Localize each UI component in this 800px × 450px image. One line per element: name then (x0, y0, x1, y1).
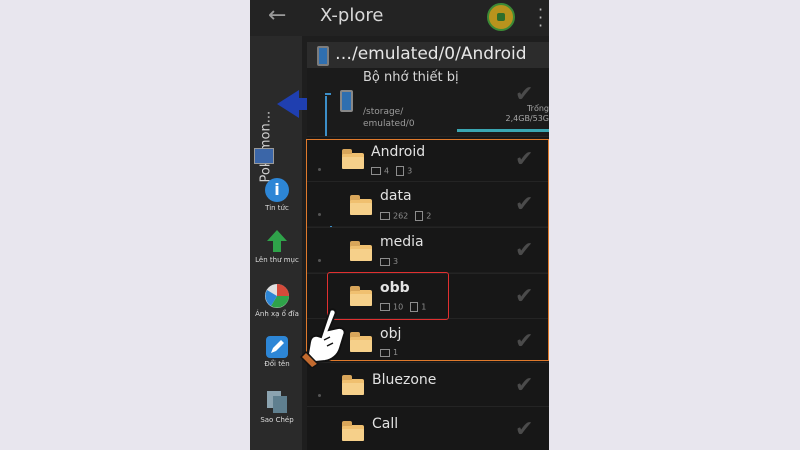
top-bar: ← X-plore · · · (250, 0, 549, 36)
storage-path: /storage/ emulated/0 (363, 107, 415, 129)
arrow-left-icon[interactable] (277, 90, 307, 118)
phone-storage-icon (317, 46, 329, 66)
app-title: X-plore (320, 5, 384, 26)
sidebar-tool-rename[interactable]: Đổi tên (252, 336, 302, 368)
sidebar-tool-up-folder[interactable]: Lên thư mục (252, 228, 302, 264)
info-icon: i (265, 178, 289, 202)
sidebar-tool-disk-map[interactable]: Ánh xạ ổ đĩa (252, 282, 302, 318)
check-icon[interactable]: ✔ (515, 417, 533, 442)
more-vertical-icon[interactable]: · · · (538, 2, 543, 34)
path-bar[interactable]: …/emulated/0/Android (307, 42, 549, 68)
pointing-hand-icon (300, 308, 346, 368)
storage-size: 2,4GB/53G (505, 114, 549, 123)
storage-root-row[interactable]: Bộ nhớ thiết bị /storage/ emulated/0 Trố… (307, 68, 549, 136)
pie-chart-icon (263, 282, 291, 308)
sd-card-icon[interactable] (254, 148, 274, 164)
copy-icon (263, 388, 291, 414)
folder-row-call[interactable]: Call ✔ (307, 406, 549, 450)
sidebar: Pokemon... i Tin tức Lên thư mục Ánh xạ … (250, 36, 307, 450)
arrow-left-icon[interactable]: ← (268, 4, 286, 28)
tree-connector (325, 93, 331, 95)
pencil-icon (266, 336, 288, 358)
check-icon[interactable]: ✔ (515, 373, 533, 398)
sidebar-vertical-label: Pokemon... (258, 110, 274, 183)
sidebar-tool-news[interactable]: i Tin tức (252, 178, 302, 212)
storage-usage-bar (457, 129, 549, 132)
current-path: …/emulated/0/Android (335, 44, 527, 64)
tree-dot (318, 394, 321, 397)
phone-storage-icon (340, 90, 353, 112)
folder-icon (342, 421, 364, 441)
sidebar-tool-copy[interactable]: Sao Chép (252, 388, 302, 424)
arrow-up-icon (263, 228, 291, 254)
app-logo-icon[interactable] (487, 3, 515, 31)
check-icon[interactable]: ✔ (515, 82, 533, 107)
folder-row-bluezone[interactable]: Bluezone ✔ (307, 362, 549, 407)
folder-icon (342, 375, 364, 395)
storage-name: Bộ nhớ thiết bị (363, 70, 459, 85)
storage-free: Trống 2,4GB/53G (495, 104, 549, 124)
